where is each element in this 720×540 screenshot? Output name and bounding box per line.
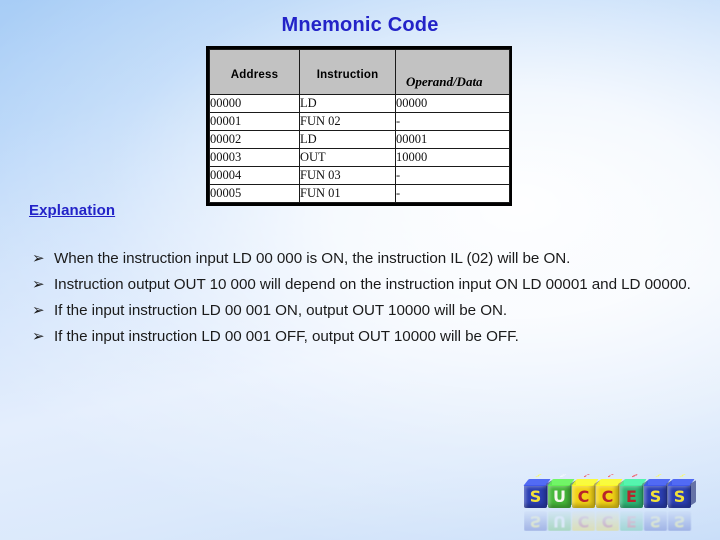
slide-canvas: Mnemonic Code Address Instruction Operan… xyxy=(0,0,720,540)
table-row: 00005 FUN 01- xyxy=(209,184,510,203)
bullet-item-text: When the instruction input LD 00 000 is … xyxy=(54,250,571,267)
explanation-heading: Explanation xyxy=(29,202,116,219)
logo-block-top-letter: u xyxy=(555,473,569,479)
column-header-operand-label: Operand/Data xyxy=(406,74,483,89)
mnemonic-code-table: Address Instruction Operand/Data 00000 LD… xyxy=(206,46,512,206)
cell-instruction: FUN 03 xyxy=(299,166,396,185)
logo-block-letter: U xyxy=(553,487,566,506)
logo-block-top-letter: s xyxy=(651,473,665,479)
logo-block-letter: U xyxy=(553,512,566,531)
table-body: 00000 LD 00000 00001 FUN 02-00002 LD 00001 0000… xyxy=(209,94,510,203)
cell-instruction: LD xyxy=(299,94,396,113)
cell-instruction: FUN 02 xyxy=(299,112,396,131)
bullet-item: ➢ If the input instruction LD 00 001 ON, … xyxy=(28,298,696,323)
bullet-arrow-icon: ➢ xyxy=(32,275,45,293)
logo-block-reflection: eE xyxy=(620,511,643,531)
logo-block: cC xyxy=(571,473,600,508)
logo-block-reflection: cC xyxy=(596,511,619,531)
logo-block-top-letter: s xyxy=(675,473,689,479)
cell-address: 00000 xyxy=(209,94,300,113)
logo-block-letter: C xyxy=(577,512,590,531)
cell-operand: - xyxy=(395,184,510,203)
logo-block-letter: C xyxy=(577,487,590,506)
cell-address: 00003 xyxy=(209,148,300,167)
logo-block: sS xyxy=(523,473,552,508)
column-header-operand: Operand/Data xyxy=(395,49,510,95)
logo-block-letter: C xyxy=(601,512,614,531)
bullet-item-text: Instruction output OUT 10 000 will depen… xyxy=(54,276,691,293)
table-header-row: Address Instruction Operand/Data xyxy=(209,49,510,95)
logo-block-letter: S xyxy=(529,487,542,506)
logo-block: sS xyxy=(643,473,672,508)
logo-block-top-letter: c xyxy=(603,473,617,479)
cell-address: 00002 xyxy=(209,130,300,149)
logo-block-letter: S xyxy=(673,512,686,531)
cell-address: 00001 xyxy=(209,112,300,131)
column-header-instruction: Instruction xyxy=(299,49,396,95)
logo-block: cC xyxy=(595,473,624,508)
cell-address: 00005 xyxy=(209,184,300,203)
logo-block-reflection: sS xyxy=(524,511,547,531)
cell-operand: 00001 xyxy=(395,130,510,149)
logo-reflection: sSuUcCcCeEsSsS xyxy=(524,509,692,531)
logo-block-letter: E xyxy=(626,487,637,506)
logo-block-top-letter: e xyxy=(627,473,641,479)
logo-block: uU xyxy=(547,473,576,508)
bullet-arrow-icon: ➢ xyxy=(32,301,45,319)
bullet-arrow-icon: ➢ xyxy=(32,327,45,345)
logo-block-top-letter: c xyxy=(579,473,593,479)
bullet-item-text: If the input instruction LD 00 001 ON, o… xyxy=(54,302,508,319)
cell-operand: 10000 xyxy=(395,148,510,167)
logo-block-letter: C xyxy=(601,487,614,506)
logo-block-letter: S xyxy=(649,487,662,506)
logo-block-reflection: sS xyxy=(644,511,667,531)
cell-instruction: LD xyxy=(299,130,396,149)
cell-address: 00004 xyxy=(209,166,300,185)
bullet-arrow-icon: ➢ xyxy=(32,249,45,267)
page-title: Mnemonic Code xyxy=(281,14,439,36)
success-blocks-logo: sSuUcCcCeEsSsS sSuUcCcCeEsSsS xyxy=(523,468,716,534)
table-row: 00004 FUN 03- xyxy=(209,166,510,185)
column-header-address: Address xyxy=(209,49,300,95)
logo-block-letter: S xyxy=(649,512,662,531)
logo-block: sS xyxy=(667,473,696,508)
bullet-item-text: If the input instruction LD 00 001 OFF, … xyxy=(54,328,519,345)
logo-block-reflection: sS xyxy=(668,511,691,531)
table-row: 00002 LD 00001 xyxy=(209,130,510,149)
bullet-item: ➢ If the input instruction LD 00 001 OFF,… xyxy=(28,324,696,349)
logo-block-letter: S xyxy=(673,487,686,506)
table-row: 00003 OUT 10000 xyxy=(209,148,510,167)
logo-block: eE xyxy=(619,473,648,508)
column-header-instruction-label: Instruction xyxy=(316,69,379,81)
table-row: 00000 LD 00000 xyxy=(209,94,510,113)
logo-block-letter: E xyxy=(626,512,637,531)
cell-instruction: FUN 01 xyxy=(299,184,396,203)
bullet-item: ➢ Instruction output OUT 10 000 will depe… xyxy=(28,272,696,297)
cell-operand: - xyxy=(395,166,510,185)
explanation-bullet-list: ➢ When the instruction input LD 00 000 is… xyxy=(28,246,696,350)
column-header-address-label: Address xyxy=(230,69,279,81)
logo-blocks-row: sSuUcCcCeEsSsS xyxy=(523,468,696,508)
bullet-item: ➢ When the instruction input LD 00 000 is… xyxy=(28,246,696,271)
logo-block-letter: S xyxy=(529,512,542,531)
cell-instruction: OUT xyxy=(299,148,396,167)
table-row: 00001 FUN 02- xyxy=(209,112,510,131)
cell-operand: 00000 xyxy=(395,94,510,113)
cell-operand: - xyxy=(395,112,510,131)
logo-block-reflection: uU xyxy=(548,511,571,531)
logo-block-reflection: cC xyxy=(572,511,595,531)
logo-block-top-letter: s xyxy=(531,473,545,479)
